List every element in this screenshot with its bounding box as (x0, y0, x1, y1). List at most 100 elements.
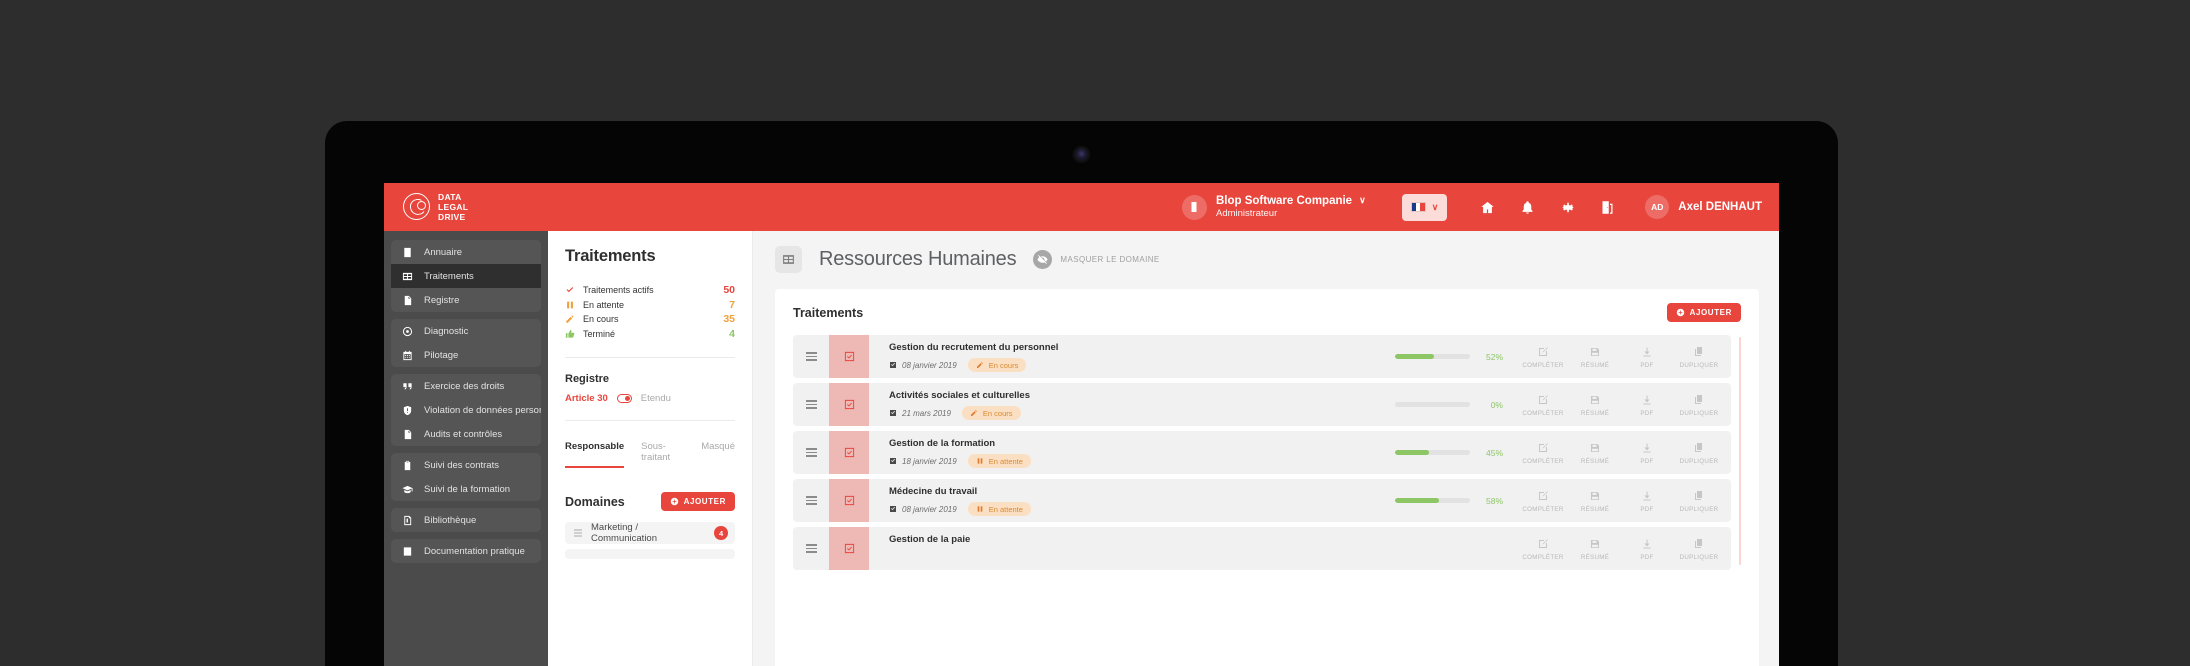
tab-sous-traitant[interactable]: Sous-traitant (641, 441, 684, 468)
action-complter-button[interactable]: COMPLÉTER (1517, 440, 1569, 465)
sidebar-item-label: Audits et contrôles (424, 429, 502, 440)
sidebar-item-traitements[interactable]: Traitements (391, 264, 541, 288)
row-drag-handle[interactable] (793, 479, 829, 522)
brand-line-2: LEGAL (438, 202, 468, 212)
gear-icon[interactable] (1560, 200, 1575, 215)
checkbox-checked-icon (844, 495, 855, 506)
row-checkbox[interactable] (829, 431, 869, 474)
row-checkbox[interactable] (829, 335, 869, 378)
pause-icon (976, 505, 984, 513)
action-complter-button[interactable]: COMPLÉTER (1517, 488, 1569, 513)
action-label: PDF (1640, 362, 1653, 369)
stat-row-en-attente[interactable]: En attente 7 (565, 298, 735, 313)
edit-square-icon (1537, 490, 1549, 502)
action-rsum-button[interactable]: RÉSUMÉ (1569, 440, 1621, 465)
sidebar-item-exercice-des-droits[interactable]: Exercice des droits (391, 374, 541, 398)
action-rsum-button[interactable]: RÉSUMÉ (1569, 392, 1621, 417)
mask-domain-button[interactable]: MASQUER LE DOMAINE (1033, 250, 1159, 269)
list-item[interactable]: Marketing / Communication 4 (565, 522, 735, 544)
sidebar-item-documentation-pratique[interactable]: Documentation pratique (391, 539, 541, 563)
org-badge-icon (1182, 195, 1207, 220)
action-dupliquer-button[interactable]: DUPLIQUER (1673, 440, 1725, 465)
tab-masque[interactable]: Masqué (701, 441, 735, 468)
table-row[interactable]: Gestion de la paieCOMPLÉTERRÉSUMÉPDFDUPL… (793, 527, 1731, 570)
table-row[interactable]: Activités sociales et culturelles21 mars… (793, 383, 1731, 426)
laptop-frame: DATA LEGAL DRIVE Blop Software Companie … (325, 121, 1838, 666)
add-domaine-button[interactable]: AJOUTER (661, 492, 735, 511)
row-drag-handle[interactable] (793, 335, 829, 378)
action-pdf-button[interactable]: PDF (1621, 536, 1673, 561)
sidebar-group-3: Exercice des droits Violation de données… (391, 374, 541, 446)
action-dupliquer-button[interactable]: DUPLIQUER (1673, 392, 1725, 417)
stat-row-termine[interactable]: Terminé 4 (565, 327, 735, 342)
action-complter-button[interactable]: COMPLÉTER (1517, 344, 1569, 369)
sidebar-group-4: Suivi des contrats Suivi de la formation (391, 453, 541, 501)
sidebar-item-violation-de-donnees[interactable]: Violation de données personnelles (391, 398, 541, 422)
drag-handle-icon[interactable] (574, 529, 582, 536)
action-rsum-button[interactable]: RÉSUMÉ (1569, 488, 1621, 513)
brand-logo[interactable]: DATA LEGAL DRIVE (384, 192, 567, 222)
sidebar-item-audits-et-controles[interactable]: Audits et contrôles (391, 422, 541, 446)
registre-option-etendu[interactable]: Etendu (641, 393, 671, 404)
sidebar-item-pilotage[interactable]: Pilotage (391, 343, 541, 367)
action-complter-button[interactable]: COMPLÉTER (1517, 536, 1569, 561)
action-rsum-button[interactable]: RÉSUMÉ (1569, 536, 1621, 561)
domaines-header: Domaines AJOUTER (565, 492, 735, 511)
sidebar-item-suivi-de-la-formation[interactable]: Suivi de la formation (391, 477, 541, 501)
action-complter-button[interactable]: COMPLÉTER (1517, 392, 1569, 417)
logout-icon[interactable] (1600, 200, 1615, 215)
download-icon (1641, 490, 1653, 502)
copy-icon (1693, 442, 1705, 454)
checkbox-checked-icon (844, 351, 855, 362)
row-actions: COMPLÉTERRÉSUMÉ PDF DUPLIQUER (1503, 383, 1731, 426)
action-dupliquer-button[interactable]: DUPLIQUER (1673, 344, 1725, 369)
sidebar-item-suivi-des-contrats[interactable]: Suivi des contrats (391, 453, 541, 477)
floppy-icon (1589, 346, 1601, 358)
registre-toggle-row: Article 30 Etendu (565, 393, 735, 404)
action-dupliquer-button[interactable]: DUPLIQUER (1673, 536, 1725, 561)
action-rsum-button[interactable]: RÉSUMÉ (1569, 344, 1621, 369)
row-drag-handle[interactable] (793, 431, 829, 474)
screen: DATA LEGAL DRIVE Blop Software Companie … (384, 183, 1779, 666)
sidebar-item-registre[interactable]: Registre (391, 288, 541, 312)
drag-handle-icon (806, 544, 817, 552)
row-drag-handle[interactable] (793, 527, 829, 570)
add-treatment-button[interactable]: AJOUTER (1667, 303, 1741, 322)
language-selector[interactable]: ∨ (1402, 194, 1448, 221)
sidebar-item-annuaire[interactable]: Annuaire (391, 240, 541, 264)
home-icon[interactable] (1480, 200, 1495, 215)
treatments-scrollbar[interactable] (1739, 337, 1741, 565)
action-dupliquer-button[interactable]: DUPLIQUER (1673, 488, 1725, 513)
action-pdf-button[interactable]: PDF (1621, 392, 1673, 417)
list-item-partial[interactable] (565, 549, 735, 559)
row-drag-handle[interactable] (793, 383, 829, 426)
table-row[interactable]: Gestion de la formation18 janvier 2019En… (793, 431, 1731, 474)
stat-value: 50 (723, 284, 735, 296)
action-pdf-button[interactable]: PDF (1621, 488, 1673, 513)
registre-option-article-30[interactable]: Article 30 (565, 393, 608, 404)
row-checkbox[interactable] (829, 383, 869, 426)
bell-icon[interactable] (1520, 200, 1535, 215)
table-row[interactable]: Gestion du recrutement du personnel08 ja… (793, 335, 1731, 378)
row-checkbox[interactable] (829, 479, 869, 522)
domain-grid-icon[interactable] (775, 246, 802, 273)
sidebar-item-bibliotheque[interactable]: Bibliothèque (391, 508, 541, 532)
tab-responsable[interactable]: Responsable (565, 441, 624, 468)
main-content: Ressources Humaines MASQUER LE DOMAINE T… (753, 231, 1779, 666)
row-checkbox[interactable] (829, 527, 869, 570)
action-pdf-button[interactable]: PDF (1621, 344, 1673, 369)
action-pdf-button[interactable]: PDF (1621, 440, 1673, 465)
table-row[interactable]: Médecine du travail08 janvier 2019En att… (793, 479, 1731, 522)
treatments-sidepanel: Traitements Traitements actifs 50 En att… (548, 231, 753, 666)
registre-toggle[interactable] (617, 394, 632, 403)
stat-row-en-cours[interactable]: En cours 35 (565, 312, 735, 327)
action-label: RÉSUMÉ (1581, 554, 1609, 561)
clipboard-icon (402, 460, 413, 471)
stat-row-traitements-actifs[interactable]: Traitements actifs 50 (565, 283, 735, 298)
progress-label: 45% (1479, 448, 1503, 458)
sidebar-item-diagnostic[interactable]: Diagnostic (391, 319, 541, 343)
action-label: PDF (1640, 410, 1653, 417)
org-switcher[interactable]: Blop Software Companie ∨ Administrateur (1182, 194, 1366, 220)
eye-off-icon (1033, 250, 1052, 269)
user-menu[interactable]: AD Axel DENHAUT (1645, 195, 1762, 219)
